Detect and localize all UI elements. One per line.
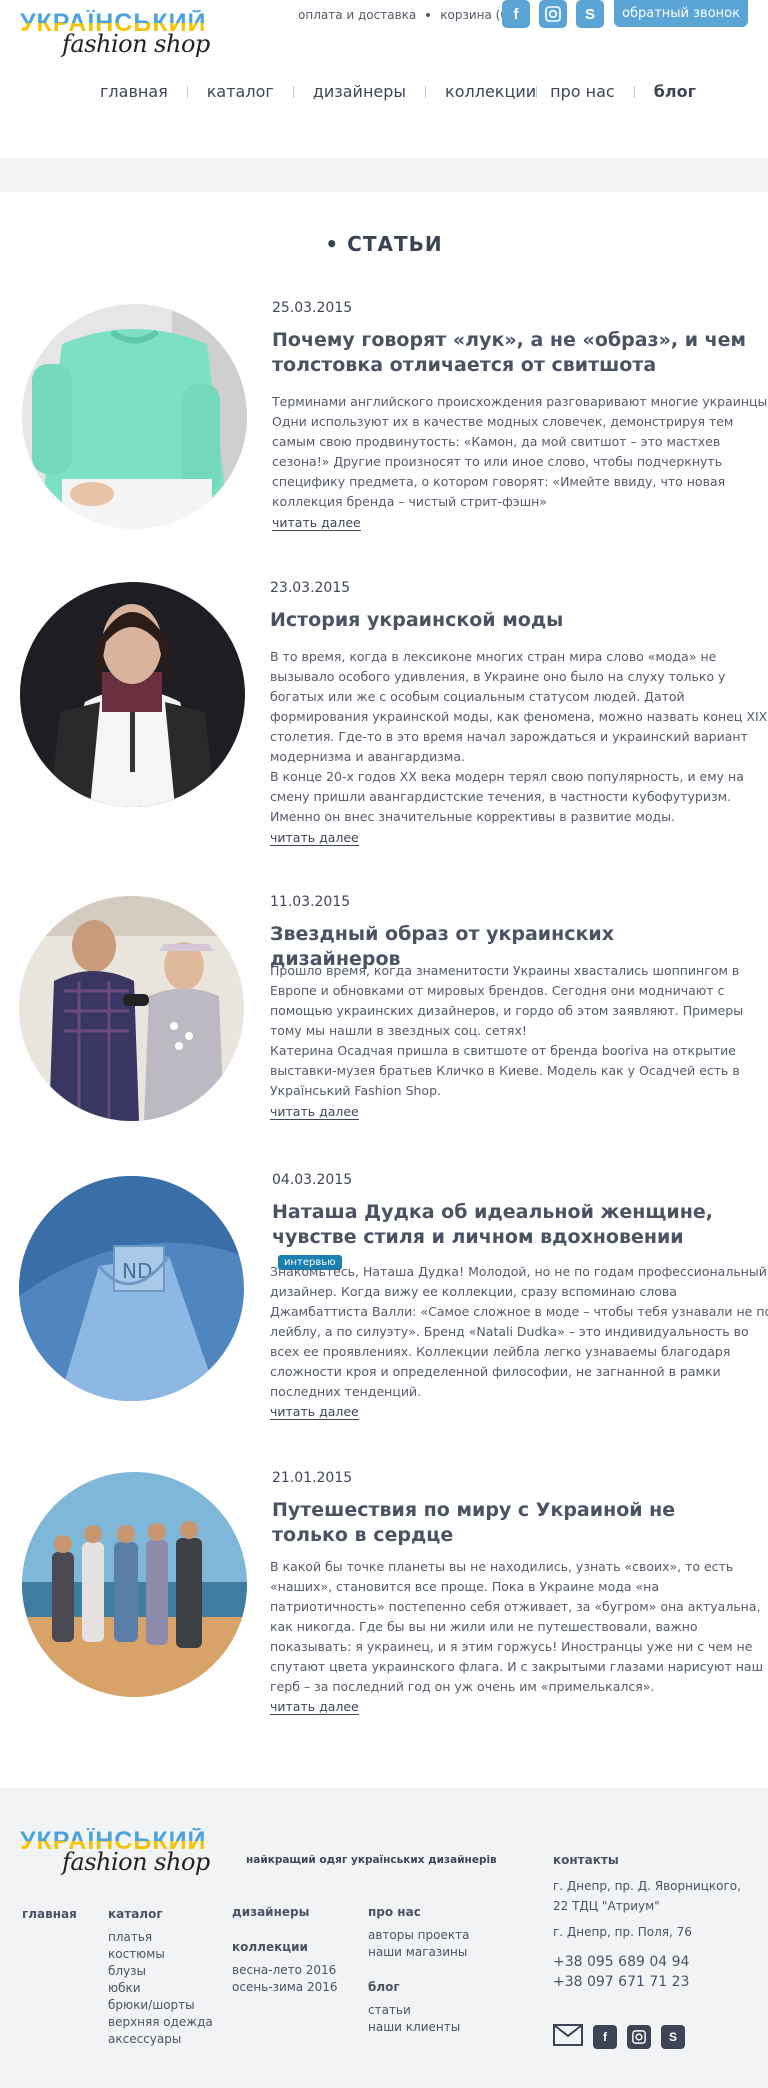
- article-image[interactable]: [22, 304, 247, 529]
- read-more-link[interactable]: читать далее: [270, 1104, 359, 1120]
- nav-item-collections[interactable]: коллекции: [445, 82, 536, 101]
- footer-logo[interactable]: УКРАЇНСЬКИЙ fashion shop: [20, 1828, 220, 1878]
- instagram-icon[interactable]: [627, 2025, 651, 2049]
- footer-link[interactable]: костюмы: [108, 1946, 213, 1963]
- separator-dot: [426, 13, 431, 17]
- nav-divider: [186, 85, 188, 98]
- footer-heading-about[interactable]: про нас: [368, 1904, 469, 1921]
- footer-col-home: главная: [22, 1906, 77, 1929]
- footer-link-home[interactable]: главная: [22, 1906, 77, 1923]
- main-nav: главная каталог дизайнеры коллекции про …: [100, 82, 696, 101]
- article-image[interactable]: ND: [19, 1176, 244, 1401]
- footer-col-catalog: каталог платья костюмы блузы юбки брюки/…: [108, 1906, 213, 2048]
- read-more-link[interactable]: читать далее: [272, 515, 361, 531]
- article-excerpt: Прошло время, когда знаменитости Украины…: [270, 963, 744, 1038]
- article-date: 23.03.2015: [270, 580, 351, 596]
- top-links: оплата и доставка корзина (0): [298, 8, 513, 22]
- article-excerpt: Терминами английского происхождения разг…: [272, 394, 768, 509]
- article-title[interactable]: Наташа Дудка об идеальной женщине, чувст…: [272, 1201, 713, 1248]
- article-date: 04.03.2015: [272, 1172, 353, 1188]
- footer-link[interactable]: осень-зима 2016: [232, 1979, 338, 1996]
- nav-divider: [292, 85, 294, 98]
- footer-link[interactable]: юбки: [108, 1980, 213, 1997]
- nav-item-catalog[interactable]: каталог: [207, 82, 274, 101]
- page-title: • СТАТЬИ: [325, 232, 443, 256]
- footer-link[interactable]: верхняя одежда: [108, 2014, 213, 2031]
- read-more-link[interactable]: читать далее: [270, 1404, 359, 1420]
- phone-number[interactable]: +38 095 689 04 94: [553, 1952, 753, 1972]
- nav-divider: [425, 85, 427, 98]
- footer-heading-blog[interactable]: блог: [368, 1979, 469, 1996]
- article-date: 25.03.2015: [272, 300, 353, 316]
- footer-tagline: найкращий одяг українських дизайнерів: [246, 1854, 497, 1866]
- footer-link[interactable]: брюки/шорты: [108, 1997, 213, 2014]
- article-image[interactable]: [22, 1472, 247, 1697]
- article-title[interactable]: История украинской моды: [270, 608, 750, 633]
- nav-divider: [536, 85, 538, 98]
- footer-heading-catalog[interactable]: каталог: [108, 1906, 213, 1923]
- nav-item-blog[interactable]: блог: [654, 82, 696, 101]
- article-excerpt-continued: В конце 20-х годов XX века модерн терял …: [270, 769, 744, 824]
- article-date: 11.03.2015: [270, 894, 351, 910]
- logo-text-bottom: fashion shop: [62, 1848, 210, 1876]
- nav-divider: [633, 85, 635, 98]
- article-excerpt: В то время, когда в лексиконе многих стр…: [270, 649, 768, 764]
- read-more-link[interactable]: читать далее: [270, 830, 359, 846]
- facebook-icon[interactable]: f: [593, 2025, 617, 2049]
- contacts-heading: контакты: [553, 1853, 619, 1867]
- header-social: f S: [502, 0, 604, 28]
- breadcrumb-band: [0, 158, 768, 192]
- footer-heading-designers[interactable]: дизайнеры: [232, 1904, 338, 1921]
- read-more-link[interactable]: читать далее: [270, 1699, 359, 1715]
- nav-item-about[interactable]: про нас: [550, 82, 615, 101]
- mail-icon[interactable]: [553, 2024, 583, 2050]
- footer-link[interactable]: наши магазины: [368, 1944, 469, 1961]
- article-date: 21.01.2015: [272, 1470, 353, 1486]
- article-excerpt-continued: Катерина Осадчая пришла в свитшоте от бр…: [270, 1043, 740, 1098]
- skype-icon[interactable]: S: [576, 0, 604, 28]
- footer-link[interactable]: аксессуары: [108, 2031, 213, 2048]
- footer-link[interactable]: статьи: [368, 2002, 469, 2019]
- footer-link[interactable]: наши клиенты: [368, 2019, 469, 2036]
- address-primary: г. Днепр, пр. Д. Яворницкого, 22 ТДЦ "Ат…: [553, 1879, 741, 1913]
- article-title[interactable]: Почему говорят «лук», а не «образ», и че…: [272, 328, 752, 378]
- facebook-icon[interactable]: f: [502, 0, 530, 28]
- footer-link[interactable]: весна-лето 2016: [232, 1962, 338, 1979]
- phone-number[interactable]: +38 097 671 71 23: [553, 1972, 753, 1992]
- footer-link[interactable]: платья: [108, 1929, 213, 1946]
- nav-item-home[interactable]: главная: [100, 82, 168, 101]
- footer-link[interactable]: авторы проекта: [368, 1927, 469, 1944]
- site-logo[interactable]: УКРАЇНСЬКИЙ fashion shop: [20, 10, 220, 60]
- footer-link[interactable]: блузы: [108, 1963, 213, 1980]
- address-secondary: г. Днепр, пр. Поля, 76: [553, 1925, 692, 1939]
- svg-text:ND: ND: [122, 1259, 152, 1283]
- footer-col-designers: дизайнеры коллекции весна-лето 2016 осен…: [232, 1904, 338, 1996]
- article-excerpt: Знакомьтесь, Наташа Дудка! Молодой, но н…: [270, 1264, 768, 1399]
- footer-col-about: про нас авторы проекта наши магазины бло…: [368, 1904, 469, 2036]
- footer-contacts: контакты г. Днепр, пр. Д. Яворницкого, 2…: [553, 1850, 753, 1992]
- callback-button[interactable]: обратный звонок: [614, 0, 748, 27]
- logo-text-bottom: fashion shop: [62, 30, 210, 58]
- article-title[interactable]: Путешествия по миру с Украиной не только…: [272, 1498, 752, 1548]
- article-image[interactable]: [19, 896, 244, 1121]
- instagram-icon[interactable]: [539, 0, 567, 28]
- skype-icon[interactable]: S: [661, 2025, 685, 2049]
- article-excerpt: В какой бы точке планеты вы не находилис…: [270, 1559, 764, 1694]
- footer-social: f S: [553, 2024, 685, 2050]
- nav-item-designers[interactable]: дизайнеры: [313, 82, 406, 101]
- delivery-link[interactable]: оплата и доставка: [298, 8, 416, 22]
- site-footer: УКРАЇНСЬКИЙ fashion shop найкращий одяг …: [0, 1788, 768, 2088]
- footer-heading-collections[interactable]: коллекции: [232, 1939, 338, 1956]
- article-image[interactable]: [20, 582, 245, 807]
